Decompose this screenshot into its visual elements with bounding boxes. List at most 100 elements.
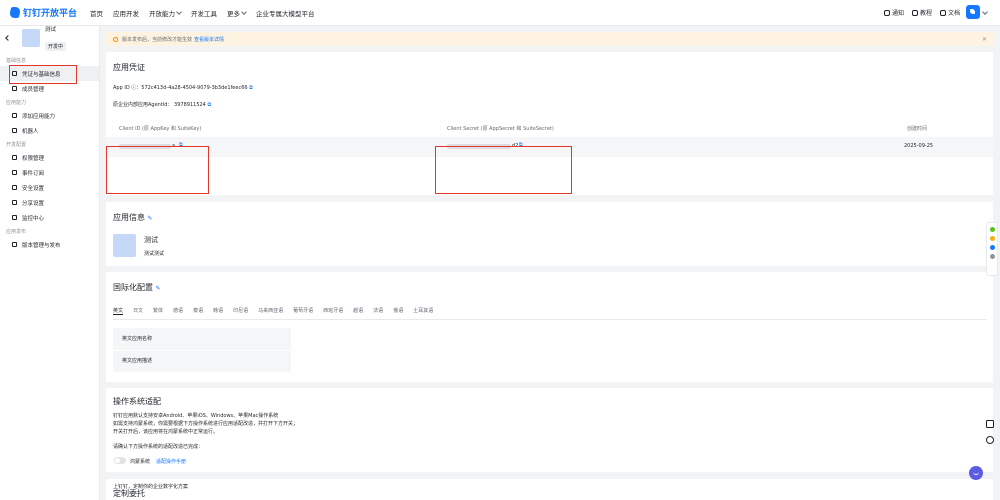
custom-card: 定制委托 [106, 479, 993, 500]
lock-icon [12, 185, 17, 190]
chevron-down-icon [176, 8, 182, 15]
i18n-title: 国际化配置 ✎ [113, 283, 161, 292]
tab-thai[interactable]: 泰语 [193, 307, 203, 315]
app-status-badge: 开发中 [45, 41, 67, 51]
nav-open-ability[interactable]: 开放能力 [149, 8, 182, 18]
app-info-desc: 测试测试 [144, 251, 165, 257]
os-card: 操作系统适配 钉钉应用默认支持安卓Android、苹果iOS、Windows、苹… [106, 388, 993, 472]
event-icon [12, 170, 17, 175]
divider [113, 350, 291, 351]
chat-assistant-button[interactable] [969, 466, 983, 480]
top-navigation-bar: 钉钉开放平台 首页 应用开发 开放能力 开发工具 更多 企业专属大模型平台 通知… [0, 0, 1000, 26]
sidebar-item-share[interactable]: 分享设置 [0, 195, 99, 210]
floating-toolbar[interactable] [986, 222, 998, 276]
credentials-table-header: Client ID (原 AppKey 和 SuiteKey) Client S… [106, 120, 993, 137]
edit-icon[interactable]: ✎ [156, 285, 161, 292]
tab-turkish[interactable]: 土耳其语 [413, 307, 433, 315]
feedback-icon[interactable] [986, 436, 994, 444]
document-icon [939, 9, 946, 16]
app-id-value: 572c413d-4a28-4504-9079-3b3de1feec66 [141, 85, 248, 91]
notice-bar: 版本发布后，当前修改才能生效 查看版本详情 ✕ [106, 32, 993, 46]
nav-dev-tools[interactable]: 开发工具 [191, 8, 217, 18]
sidebar-item-robot[interactable]: 机器人 [0, 123, 99, 138]
tab-japanese[interactable]: 日文 [133, 307, 143, 315]
nav-more[interactable]: 更多 [227, 8, 247, 18]
group-release: 应用发布 [6, 229, 27, 235]
status-dot-icon [989, 236, 995, 241]
agent-id-value: 3978911524 [174, 102, 206, 108]
os-confirm-text: 请确认下方操作系统的适配改造已完成： [113, 444, 204, 450]
col-client-id: Client ID (原 AppKey 和 SuiteKey) [119, 126, 202, 132]
i18n-card: 国际化配置 ✎ 英文 日文 繁体 德语 泰语 韩语 印尼语 马来西亚语 葡萄牙语… [106, 272, 993, 382]
warning-icon [113, 36, 118, 42]
nav-app-dev[interactable]: 应用开发 [113, 8, 139, 18]
copy-icon[interactable]: ⧉ [249, 85, 253, 91]
status-dot-icon [989, 227, 995, 232]
logo-text: 钉钉开放平台 [23, 9, 78, 19]
nav-enterprise-llm[interactable]: 企业专属大模型平台 [256, 8, 315, 18]
harmony-label: 鸿蒙系统 [130, 459, 151, 465]
sidebar-item-versions[interactable]: 版本管理与发布 [0, 237, 99, 252]
sidebar-item-add-ability[interactable]: 添加应用能力 [0, 108, 99, 123]
sidebar-item-events[interactable]: 事件订阅 [0, 165, 99, 180]
tutorial-button[interactable]: 教程 [911, 8, 932, 17]
grid-icon [12, 113, 17, 118]
tab-traditional[interactable]: 繁体 [153, 307, 163, 315]
header-tools: 通知 教程 文档 [876, 8, 960, 17]
highlight-box-client-id [106, 146, 209, 194]
credentials-title: 应用凭证 [113, 63, 145, 72]
tab-french[interactable]: 法语 [373, 307, 383, 315]
docs-button[interactable]: 文档 [939, 8, 960, 17]
app-info-icon [113, 234, 136, 257]
app-name: 测试 [45, 26, 57, 33]
expand-icon[interactable] [986, 420, 994, 428]
tab-english[interactable]: 英文 [113, 307, 124, 315]
tab-portuguese[interactable]: 葡萄牙语 [293, 307, 313, 315]
app-icon [22, 29, 40, 47]
i18n-row-desc: 英文应用描述 [122, 358, 153, 364]
main-nav: 首页 应用开发 开放能力 开发工具 更多 企业专属大模型平台 [90, 8, 325, 18]
os-title: 操作系统适配 [113, 397, 161, 406]
nav-home[interactable]: 首页 [90, 8, 103, 18]
custom-desc: 上钉钉，定制你的企业数字化方案 [113, 484, 189, 490]
tab-malay[interactable]: 马来西亚语 [258, 307, 283, 315]
status-dot-icon [989, 254, 995, 259]
col-client-secret: Client Secret (原 AppSecret 和 SuiteSecret… [447, 126, 554, 132]
sidebar-item-permissions[interactable]: 权限管理 [0, 150, 99, 165]
user-icon [12, 86, 17, 91]
tab-german[interactable]: 德语 [173, 307, 183, 315]
i18n-row-name: 英文应用名称 [122, 336, 153, 342]
i18n-tabs: 英文 日文 繁体 德语 泰语 韩语 印尼语 马来西亚语 葡萄牙语 西班牙语 越语… [113, 307, 443, 315]
status-dot-icon [989, 245, 995, 250]
dingtalk-logo-icon [8, 7, 22, 18]
tab-korean[interactable]: 韩语 [213, 307, 223, 315]
user-avatar[interactable] [966, 5, 980, 19]
harmony-toggle[interactable] [114, 457, 126, 464]
chevron-down-icon [241, 8, 247, 15]
chevron-down-icon[interactable] [982, 9, 988, 15]
highlight-box-client-secret [435, 146, 572, 194]
col-created: 创建时间 [907, 126, 928, 132]
app-info-title: 应用信息 ✎ [113, 213, 153, 222]
tab-indonesian[interactable]: 印尼语 [233, 307, 248, 315]
created-date: 2025-09-25 [904, 143, 934, 149]
group-ability: 应用能力 [6, 100, 27, 106]
os-text-2: 如需支持鸿蒙系统，你需要根据下方操作系统进行应用适配改造，并打开下方开关； [113, 421, 299, 427]
close-icon[interactable]: ✕ [982, 36, 987, 43]
sidebar-item-security[interactable]: 安全设置 [0, 180, 99, 195]
tab-russian[interactable]: 俄语 [393, 307, 403, 315]
tab-spanish[interactable]: 西班牙语 [323, 307, 343, 315]
sidebar-item-monitor[interactable]: 监控中心 [0, 210, 99, 225]
tab-vietnamese[interactable]: 越语 [353, 307, 363, 315]
divider [113, 319, 987, 320]
tutorial-icon [911, 9, 918, 16]
app-info-name: 测试 [144, 236, 158, 244]
edit-icon[interactable]: ✎ [148, 215, 153, 222]
back-arrow-icon[interactable] [5, 35, 11, 41]
platform-logo[interactable]: 钉钉开放平台 [8, 6, 82, 19]
notify-button[interactable]: 通知 [883, 8, 904, 17]
version-detail-link[interactable]: 查看版本详情 [194, 36, 224, 43]
app-info-card: 应用信息 ✎ 测试 测试测试 [106, 202, 993, 266]
manual-link[interactable]: 适配操作手册 [156, 458, 186, 465]
copy-icon[interactable]: ⧉ [207, 102, 211, 108]
